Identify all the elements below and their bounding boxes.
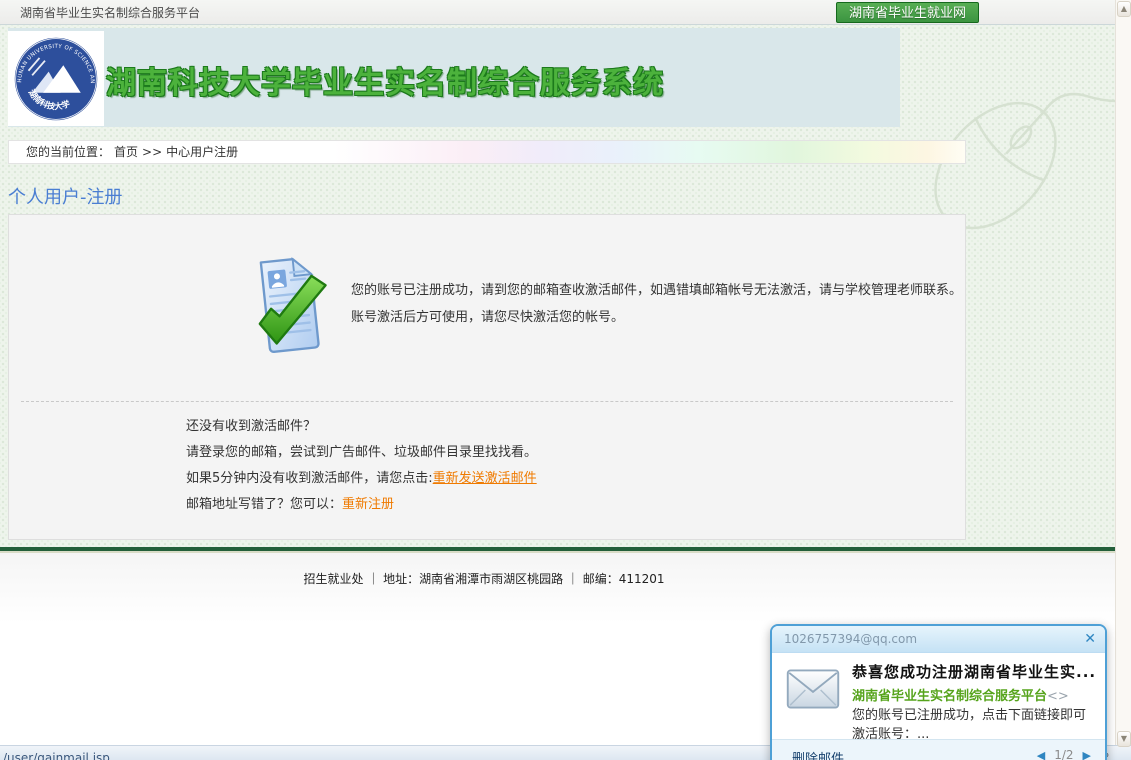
footer: 招生就业处 ｜ 地址：湖南省湘潭市雨湖区桃园路 ｜ 邮编：411201 [0,553,1115,623]
mail-text-column: 恭喜您成功注册湖南省毕业生实... 湖南省毕业生实名制综合服务平台<> 您的账号… [852,661,1096,744]
mail-sender-suffix: <> [1047,689,1069,704]
help-tip-resend: 如果5分钟内没有收到激活邮件，请您点击:重新发送激活邮件 [186,466,537,492]
help-tip-reregister-text: 邮箱地址写错了？您可以： [186,497,342,512]
activation-help: 还没有收到激活邮件？ 请登录您的邮箱，尝试到广告邮件、垃圾邮件目录里找找看。 如… [186,414,537,518]
system-title: 湖南科技大学毕业生实名制综合服务系统 [106,58,664,102]
result-message-line1: 您的账号已注册成功，请到您的邮箱查收激活邮件，如遇错填邮箱帐号无法激活，请与学校… [351,277,962,304]
delete-mail-link[interactable]: 删除邮件 [792,748,844,760]
site-header: HUNAN UNIVERSITY OF SCIENCE AND TECHNOLO… [8,28,900,127]
footer-contact-info: 招生就业处 ｜ 地址：湖南省湘潭市雨湖区桃园路 ｜ 邮编：411201 [0,570,968,587]
top-bar: 湖南省毕业生实名制综合服务平台 湖南省毕业生就业网 [0,0,1115,25]
breadcrumb: 您的当前位置： 首页 >> 中心用户注册 [8,140,966,164]
close-icon[interactable]: ✕ [1084,630,1096,648]
mail-sender: 湖南省毕业生实名制综合服务平台<> [852,685,1096,704]
help-tip-reregister: 邮箱地址写错了？您可以：重新注册 [186,492,537,518]
mail-account: 1026757394@qq.com [784,632,917,646]
mail-subject-link[interactable]: 恭喜您成功注册湖南省毕业生实... [852,661,1096,682]
mail-pager: ◀ 1/2 ▶ [1037,748,1091,760]
mail-popup-body: 恭喜您成功注册湖南省毕业生实... 湖南省毕业生实名制综合服务平台<> 您的账号… [772,653,1105,744]
result-row: 您的账号已注册成功，请到您的邮箱查收激活邮件，如遇错填邮箱帐号无法激活，请与学校… [241,251,962,359]
page: 湖南省毕业生实名制综合服务平台 湖南省毕业生就业网 HUNAN UNIVERSI… [0,0,1131,760]
dashed-divider [21,401,953,402]
prev-page-icon[interactable]: ◀ [1037,749,1045,760]
page-title: 个人用户-注册 [8,183,123,209]
help-tip-resend-text: 如果5分钟内没有收到激活邮件，请您点击: [186,471,433,486]
status-url: /user/gainmail.jsp [3,749,110,760]
vertical-scrollbar[interactable]: ▲ ▼ [1115,0,1131,745]
platform-title: 湖南省毕业生实名制综合服务平台 [20,4,200,21]
university-logo[interactable]: HUNAN UNIVERSITY OF SCIENCE AND TECHNOLO… [8,31,104,126]
help-question: 还没有收到激活邮件？ [186,414,537,440]
mail-notification-popup: 1026757394@qq.com ✕ 恭喜您成功注册湖南省毕业生实... 湖南… [770,624,1107,760]
university-logo-icon: HUNAN UNIVERSITY OF SCIENCE AND TECHNOLO… [12,35,100,123]
scrollbar-up-icon[interactable]: ▲ [1117,1,1131,17]
resend-activation-link[interactable]: 重新发送激活邮件 [433,471,537,486]
registration-result-panel: 您的账号已注册成功，请到您的邮箱查收激活邮件，如遇错填邮箱帐号无法激活，请与学校… [8,214,966,540]
help-tip-spam: 请登录您的邮箱，尝试到广告邮件、垃圾邮件目录里找找看。 [186,440,537,466]
scrollbar-down-icon[interactable]: ▼ [1117,731,1131,747]
employment-portal-button[interactable]: 湖南省毕业生就业网 [836,2,979,23]
mail-popup-footer: 删除邮件 ◀ 1/2 ▶ [772,739,1105,760]
envelope-icon [786,669,840,709]
breadcrumb-current: 中心用户注册 [166,145,238,159]
mail-popup-header: 1026757394@qq.com ✕ [772,626,1105,653]
page-indicator: 1/2 [1054,748,1073,760]
breadcrumb-label: 您的当前位置： [26,145,110,159]
registration-success-icon [241,251,335,359]
result-message: 您的账号已注册成功，请到您的邮箱查收激活邮件，如遇错填邮箱帐号无法激活，请与学校… [351,251,962,359]
mail-sender-name: 湖南省毕业生实名制综合服务平台 [852,689,1047,704]
re-register-link[interactable]: 重新注册 [342,497,394,512]
breadcrumb-separator: >> [142,145,162,159]
next-page-icon[interactable]: ▶ [1083,749,1091,760]
result-message-line2: 账号激活后方可使用，请您尽快激活您的帐号。 [351,304,962,331]
breadcrumb-home-link[interactable]: 首页 [114,145,138,159]
